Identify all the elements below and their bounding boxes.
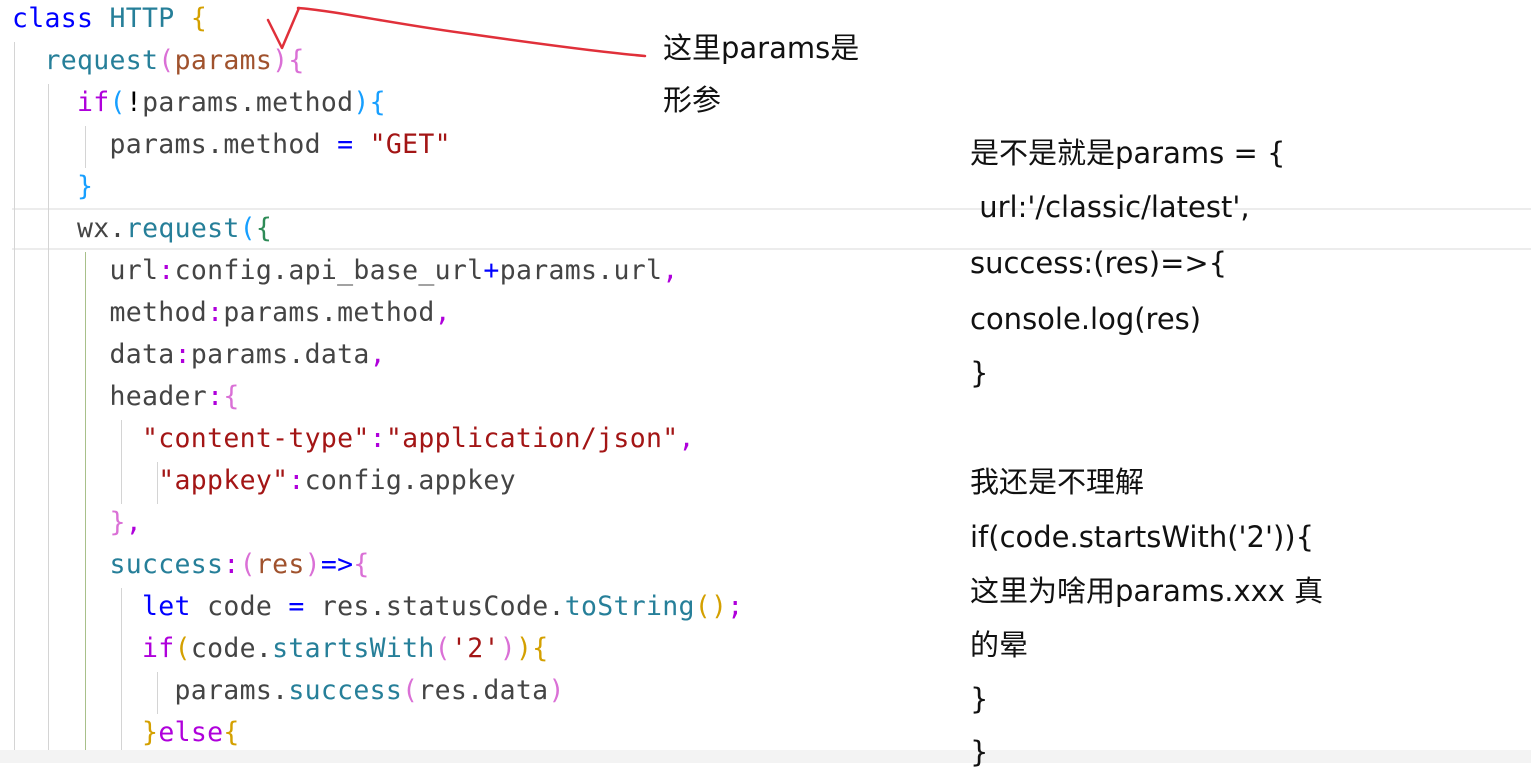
arrow-annotation-icon <box>266 6 647 58</box>
note-top-line-1: 这里params是 <box>663 31 860 65</box>
note-right-line-2: url:'/classic/latest', <box>970 190 1250 224</box>
note-right-line-9: 这里为啥用params.xxx 真 <box>970 574 1324 608</box>
note-right-line-3: success:(res)=>{ <box>970 246 1228 280</box>
note-right-line-10: 的晕 <box>970 628 1029 662</box>
note-top-line-2: 形参 <box>663 83 722 117</box>
note-right-line-12: } <box>970 735 989 769</box>
note-right-line-4: console.log(res) <box>970 302 1202 336</box>
arrow-head <box>266 6 301 50</box>
note-right-line-7: 我还是不理解 <box>970 465 1145 499</box>
note-right-line-1: 是不是就是params = { <box>970 136 1286 170</box>
arrow-line <box>296 6 647 58</box>
note-right-line-5: } <box>970 356 989 390</box>
note-right-line-11: } <box>970 682 989 716</box>
note-right-line-8: if(code.startsWith('2')){ <box>970 520 1315 554</box>
